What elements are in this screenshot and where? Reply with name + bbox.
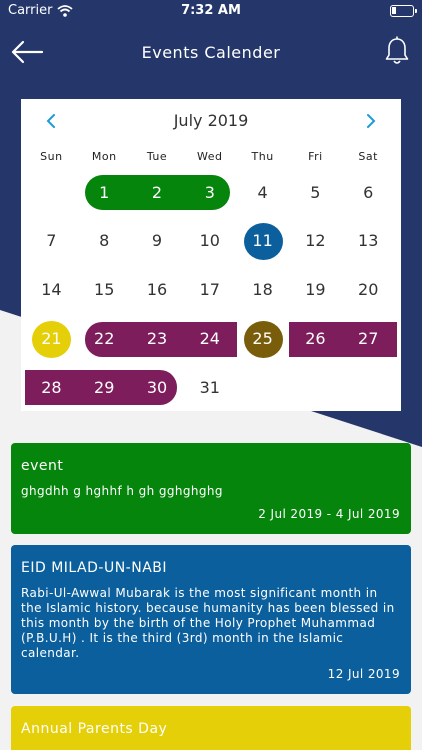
status-bar: Carrier 7:32 AM (0, 0, 422, 22)
calendar-day[interactable]: 4 (236, 175, 289, 211)
calendar-day[interactable]: 6 (342, 175, 395, 211)
calendar-day[interactable]: 9 (131, 223, 184, 259)
event-card[interactable]: event ghgdhh g hghhf h gh gghghghg 2 Jul… (11, 443, 411, 534)
calendar-day[interactable]: 25 (236, 321, 289, 357)
calendar-day[interactable]: 28 (25, 370, 78, 406)
calendar-day[interactable]: 7 (25, 223, 78, 259)
weekday-label: Fri (308, 150, 323, 163)
month-label: July 2019 (173, 111, 249, 130)
calendar-day[interactable]: 11 (236, 223, 289, 259)
calendar-day[interactable]: 23 (131, 321, 184, 357)
calendar-day[interactable]: 16 (131, 272, 184, 308)
calendar-day[interactable]: 17 (183, 272, 236, 308)
event-card[interactable]: EID MILAD-UN-NABI Rabi-Ul-Awwal Mubarak … (11, 545, 411, 694)
chevron-right-icon (367, 114, 376, 128)
event-description: Rabi-Ul-Awwal Mubarak is the most signif… (21, 586, 395, 660)
calendar-header: July 2019 (21, 109, 401, 133)
calendar-day[interactable]: 15 (78, 272, 131, 308)
calendar: July 2019 Sun Mon Tue Wed Thu Fri Sat 1 … (21, 99, 401, 411)
calendar-day[interactable]: 31 (183, 370, 236, 406)
weekday-label: Wed (197, 150, 223, 163)
calendar-day[interactable]: 5 (289, 175, 342, 211)
calendar-day[interactable]: 14 (25, 272, 78, 308)
event-date: 12 Jul 2019 (327, 667, 400, 681)
calendar-day[interactable]: 2 (131, 175, 184, 211)
calendar-day[interactable]: 12 (289, 223, 342, 259)
calendar-day[interactable]: 10 (183, 223, 236, 259)
calendar-day[interactable]: 18 (236, 272, 289, 308)
calendar-day[interactable]: 21 (25, 321, 78, 357)
event-title: Annual Parents Day (21, 721, 168, 737)
calendar-day[interactable]: 27 (342, 321, 395, 357)
calendar-day[interactable]: 24 (183, 321, 236, 357)
weekday-label: Sat (358, 150, 378, 163)
event-date: 2 Jul 2019 - 4 Jul 2019 (258, 507, 400, 521)
weekday-label: Thu (251, 150, 274, 163)
calendar-day[interactable]: 22 (78, 321, 131, 357)
weekday-label: Tue (146, 150, 168, 163)
status-time: 7:32 AM (181, 3, 241, 18)
calendar-day[interactable]: 3 (183, 175, 236, 211)
weekday-label: Sun (40, 150, 63, 163)
calendar-day[interactable]: 29 (78, 370, 131, 406)
event-description: ghgdhh g hghhf h gh gghghghg (21, 484, 223, 498)
calendar-day[interactable]: 19 (289, 272, 342, 308)
calendar-day[interactable]: 30 (131, 370, 184, 406)
event-title: EID MILAD-UN-NABI (21, 560, 167, 576)
weekday-label: Mon (91, 150, 117, 163)
top-bar: Events Calender (0, 30, 422, 74)
next-month-button[interactable] (359, 109, 383, 133)
event-card[interactable]: Annual Parents Day (11, 706, 411, 750)
calendar-day[interactable]: 13 (342, 223, 395, 259)
calendar-day[interactable]: 1 (78, 175, 131, 211)
calendar-day[interactable]: 20 (342, 272, 395, 308)
calendar-day[interactable]: 26 (289, 321, 342, 357)
notifications-button[interactable] (384, 36, 410, 66)
battery-icon (390, 5, 417, 17)
event-title: event (21, 458, 64, 474)
calendar-day[interactable]: 8 (78, 223, 131, 259)
page-title: Events Calender (141, 43, 281, 62)
bell-icon (385, 36, 409, 64)
